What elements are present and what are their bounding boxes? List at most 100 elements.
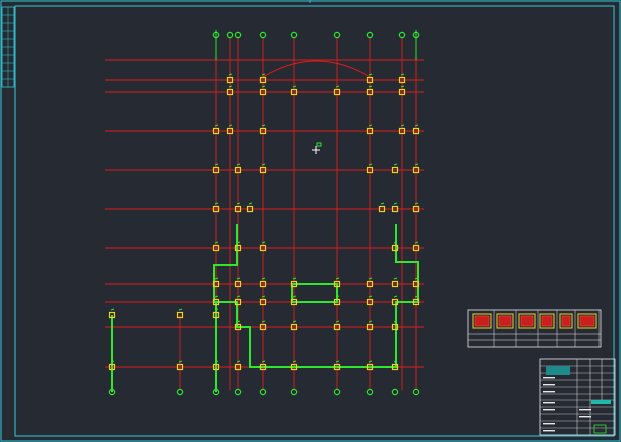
- wall-segment: [213, 224, 419, 368]
- column-tag-icon: [393, 295, 398, 298]
- column-markers[interactable]: [108, 73, 420, 371]
- column-tag-icon: [236, 295, 241, 298]
- column-tag-icon: [261, 73, 266, 76]
- section-fill: [474, 315, 490, 327]
- title-block-text-stroke: [579, 409, 591, 411]
- axis-bubble-icon: [366, 31, 374, 39]
- column-tag-icon: [368, 124, 373, 127]
- column-tag-icon: [178, 360, 183, 363]
- column-tag-icon: [292, 320, 297, 323]
- sheet-frame: [0, 0, 621, 442]
- axis-bubble-icon: [290, 31, 298, 39]
- column-tag-icon: [292, 85, 297, 88]
- column-tag-icon: [248, 202, 253, 205]
- qr-mark: [593, 424, 607, 434]
- column-tag-icon: [414, 163, 419, 166]
- outer-border: [0, 0, 621, 442]
- column-tag-icon: [414, 241, 419, 244]
- column-tag-icon: [236, 277, 241, 280]
- section-fill: [520, 315, 534, 327]
- column-tag-icon: [335, 360, 340, 363]
- column-tag-icon: [400, 124, 405, 127]
- column-tag-icon: [292, 277, 297, 280]
- stamp-mark: [591, 400, 611, 404]
- column-tag-icon: [214, 202, 219, 205]
- inner-border: [14, 5, 615, 437]
- column-tag-icon: [368, 163, 373, 166]
- title-block-text-stroke: [543, 430, 555, 432]
- wall-outlines: [111, 30, 419, 392]
- column-tag-icon: [214, 241, 219, 244]
- axis-bubble-icon: [366, 388, 374, 396]
- column-tag-icon: [368, 295, 373, 298]
- title-block[interactable]: [539, 358, 616, 436]
- crosshair-cursor-icon: [312, 142, 322, 154]
- column-tag-icon: [110, 308, 115, 311]
- column-tag-icon: [261, 277, 266, 280]
- column-tag-icon: [214, 295, 219, 298]
- column-tag-icon: [214, 124, 219, 127]
- axis-bubble-icon: [234, 31, 242, 39]
- column-tag-icon: [261, 295, 266, 298]
- section-fill: [579, 315, 595, 327]
- wall-segment: [291, 283, 338, 303]
- column-detail-table[interactable]: [467, 309, 602, 348]
- column-tag-icon: [335, 320, 340, 323]
- arc-wall-line: [262, 60, 371, 78]
- title-block-text-stroke: [543, 423, 555, 425]
- column-tag-icon: [261, 163, 266, 166]
- column-tag-icon: [236, 360, 241, 363]
- axis-bubble-icon: [412, 388, 420, 396]
- column-tag-icon: [393, 202, 398, 205]
- column-tag-icon: [261, 320, 266, 323]
- axis-bubble-icon: [290, 388, 298, 396]
- column-tag-icon: [368, 320, 373, 323]
- axis-bubble-icon: [259, 388, 267, 396]
- column-tag-icon: [228, 124, 233, 127]
- cad-drawing-canvas[interactable]: [0, 0, 621, 442]
- axis-bubble-icon: [333, 31, 341, 39]
- column-tag-icon: [236, 163, 241, 166]
- company-logo: [546, 366, 570, 375]
- column-tag-icon: [393, 163, 398, 166]
- column-tag-icon: [214, 277, 219, 280]
- axis-bubble-icon: [234, 388, 242, 396]
- title-block-text-stroke: [543, 377, 555, 379]
- section-fill: [561, 315, 571, 327]
- section-fill: [498, 315, 512, 327]
- column-tag-icon: [261, 360, 266, 363]
- column-tag-icon: [228, 85, 233, 88]
- column-tag-icon: [178, 308, 183, 311]
- column-tag-icon: [393, 277, 398, 280]
- column-tag-icon: [292, 295, 297, 298]
- column-tag-icon: [368, 277, 373, 280]
- axis-bubble-icon: [333, 388, 341, 396]
- column-tag-icon: [214, 163, 219, 166]
- section-fill: [541, 315, 553, 327]
- axis-bubble-icon: [398, 31, 406, 39]
- column-tag-icon: [236, 202, 241, 205]
- axis-bubble-icon: [391, 388, 399, 396]
- column-tag-icon: [368, 73, 373, 76]
- column-tag-icon: [228, 73, 233, 76]
- column-tag-icon: [335, 85, 340, 88]
- column-tag-icon: [380, 202, 385, 205]
- grid-axes: [105, 38, 424, 390]
- cursor-pickbox: [316, 142, 322, 147]
- column-tag-icon: [400, 85, 405, 88]
- column-tag-icon: [368, 85, 373, 88]
- axis-bubble-icon: [259, 31, 267, 39]
- title-block-text-stroke: [543, 409, 555, 411]
- column-tag-icon: [368, 360, 373, 363]
- title-block-text-stroke: [543, 391, 555, 393]
- column-tag-icon: [414, 202, 419, 205]
- column-tag-icon: [261, 241, 266, 244]
- column-tag-icon: [261, 124, 266, 127]
- axis-bubble-icon: [226, 31, 234, 39]
- column-tag-icon: [414, 124, 419, 127]
- title-block-text-stroke: [543, 384, 555, 386]
- column-tag-icon: [261, 85, 266, 88]
- title-block-text-stroke: [579, 416, 591, 418]
- axis-bubble-icon: [176, 388, 184, 396]
- column-tag-icon: [292, 360, 297, 363]
